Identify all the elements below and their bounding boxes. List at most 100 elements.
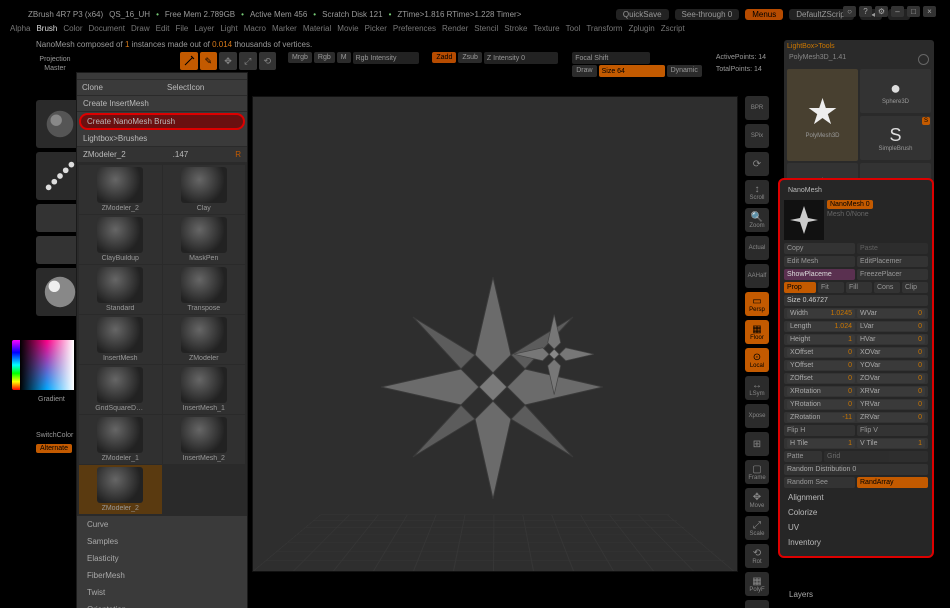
section-colorize[interactable]: Colorize bbox=[784, 505, 928, 520]
menu-macro[interactable]: Macro bbox=[244, 24, 266, 36]
right-icon-persp[interactable]: ▭Persp bbox=[745, 292, 769, 316]
tool-cell[interactable]: ●Sphere3D bbox=[860, 69, 931, 113]
mode-cons[interactable]: Cons bbox=[874, 282, 900, 293]
lightbox-brushes-button[interactable]: Lightbox>Brushes bbox=[77, 131, 247, 147]
right-icon-move[interactable]: ✥Move bbox=[745, 488, 769, 512]
right-icon-aahalf[interactable]: AAHalf bbox=[745, 264, 769, 288]
slider-length[interactable]: Length1.024LVar0 bbox=[784, 321, 928, 332]
z-intensity-slider[interactable]: Z Intensity 0 bbox=[484, 52, 559, 64]
menu-tool[interactable]: Tool bbox=[566, 24, 581, 36]
mode-fill[interactable]: Fill bbox=[846, 282, 872, 293]
layers-section[interactable]: Layers bbox=[786, 587, 932, 602]
clone-button[interactable]: Clone bbox=[77, 80, 162, 95]
brush-cell[interactable]: InsertMesh_1 bbox=[163, 365, 246, 414]
minimize-icon[interactable]: – bbox=[891, 6, 904, 17]
brush-submenu-item[interactable]: Twist bbox=[77, 584, 247, 601]
menu-material[interactable]: Material bbox=[303, 24, 331, 36]
right-icon-xpose[interactable]: Xpose bbox=[745, 404, 769, 428]
scale-button[interactable]: ⤢ bbox=[239, 52, 257, 70]
dynamic-button[interactable]: Dynamic bbox=[667, 65, 702, 77]
edit-mesh-button[interactable]: Edit Mesh bbox=[784, 256, 855, 267]
quicksave-button[interactable]: QuickSave bbox=[616, 9, 669, 20]
nanomesh-index-tag[interactable]: NanoMesh 0 bbox=[827, 200, 873, 209]
slider-yoffset[interactable]: YOffset0YOVar0 bbox=[784, 360, 928, 371]
menu-brush[interactable]: Brush bbox=[36, 24, 57, 36]
menu-transform[interactable]: Transform bbox=[586, 24, 622, 36]
right-icon-lsym[interactable]: ↔LSym bbox=[745, 376, 769, 400]
viewport[interactable] bbox=[252, 96, 738, 572]
gradient-label[interactable]: Gradient bbox=[38, 396, 65, 403]
select-icon-button[interactable]: SelectIcon bbox=[162, 80, 247, 95]
menu-stroke[interactable]: Stroke bbox=[504, 24, 527, 36]
brush-cell[interactable]: ZModeler bbox=[163, 315, 246, 364]
maximize-icon[interactable]: □ bbox=[907, 6, 920, 17]
edit-placement-button[interactable]: EditPlacemer bbox=[857, 256, 928, 267]
random-dist-slider[interactable]: Random Distribution 0 bbox=[784, 464, 928, 475]
brush-submenu-item[interactable]: Orientation bbox=[77, 601, 247, 608]
color-picker[interactable] bbox=[12, 340, 74, 390]
menu-layer[interactable]: Layer bbox=[194, 24, 214, 36]
rand-array-button[interactable]: RandArray bbox=[857, 477, 928, 488]
brush-submenu-item[interactable]: FiberMesh bbox=[77, 567, 247, 584]
rgb-button[interactable]: Rgb bbox=[314, 52, 335, 63]
show-placement-button[interactable]: ShowPlaceme bbox=[784, 269, 855, 280]
brush-cell[interactable]: GridSquareDots bbox=[79, 365, 162, 414]
draw-button[interactable]: ✎ bbox=[200, 52, 218, 70]
menus-button[interactable]: Menus bbox=[745, 9, 783, 20]
menu-zscript[interactable]: Zscript bbox=[661, 24, 685, 36]
slider-zoffset[interactable]: ZOffset0ZOVar0 bbox=[784, 373, 928, 384]
paste-button[interactable]: Paste bbox=[857, 243, 928, 254]
slider-yrotation[interactable]: YRotation0YRVar0 bbox=[784, 399, 928, 410]
zsub-button[interactable]: Zsub bbox=[458, 52, 482, 63]
menu-texture[interactable]: Texture bbox=[533, 24, 559, 36]
create-nanomesh-brush-button[interactable]: Create NanoMesh Brush bbox=[79, 113, 245, 130]
m-button[interactable]: M bbox=[337, 52, 351, 63]
menu-movie[interactable]: Movie bbox=[337, 24, 358, 36]
slider-zrotation[interactable]: ZRotation-11ZRVar0 bbox=[784, 412, 928, 423]
alternate-button[interactable]: Alternate bbox=[36, 444, 72, 453]
brush-cell[interactable]: Clay bbox=[163, 165, 246, 214]
brush-cell[interactable]: Standard bbox=[79, 265, 162, 314]
right-icon-local[interactable]: ⊙Local bbox=[745, 348, 769, 372]
focal-shift-slider[interactable]: Focal Shift bbox=[572, 52, 650, 64]
right-icon-⊞[interactable]: ⊞ bbox=[745, 432, 769, 456]
right-icon-actual[interactable]: Actual bbox=[745, 236, 769, 260]
menu-document[interactable]: Document bbox=[89, 24, 125, 36]
menu-picker[interactable]: Picker bbox=[365, 24, 387, 36]
brush-cell[interactable]: ZModeler_2 bbox=[79, 165, 162, 214]
slider-xrotation[interactable]: XRotation0XRVar0 bbox=[784, 386, 928, 397]
menu-render[interactable]: Render bbox=[442, 24, 468, 36]
right-icon-zoom[interactable]: 🔍Zoom bbox=[745, 208, 769, 232]
flip-v-button[interactable]: Flip V bbox=[857, 425, 928, 436]
seethrough-slider[interactable]: See-through 0 bbox=[675, 9, 740, 20]
brush-cell[interactable]: ClayBuildup bbox=[79, 215, 162, 264]
right-icon-scroll[interactable]: ↕Scroll bbox=[745, 180, 769, 204]
move-button[interactable]: ✥ bbox=[219, 52, 237, 70]
projection-master-button[interactable]: Projection Master bbox=[36, 55, 74, 73]
menu-file[interactable]: File bbox=[175, 24, 188, 36]
menu-edit[interactable]: Edit bbox=[156, 24, 170, 36]
section-uv[interactable]: UV bbox=[784, 520, 928, 535]
brush-cell[interactable]: MaskPen bbox=[163, 215, 246, 264]
config-icon[interactable]: ⚙ bbox=[875, 6, 888, 17]
tool-cell[interactable]: SSSimpleBrush bbox=[860, 116, 931, 160]
menu-light[interactable]: Light bbox=[220, 24, 237, 36]
freeze-placement-button[interactable]: FreezePlacer bbox=[857, 269, 928, 280]
create-insertmesh-button[interactable]: Create InsertMesh bbox=[77, 96, 247, 112]
rotate-button[interactable]: ⟲ bbox=[259, 52, 277, 70]
brush-cell[interactable]: ZModeler_2 bbox=[79, 465, 162, 514]
right-icon-polyf[interactable]: ▦PolyF bbox=[745, 572, 769, 596]
menu-draw[interactable]: Draw bbox=[131, 24, 150, 36]
lightbox-tools-button[interactable]: LightBox>Tools bbox=[787, 43, 931, 50]
menu-alpha[interactable]: Alpha bbox=[10, 24, 30, 36]
brush-cell[interactable]: InsertMesh_2 bbox=[163, 415, 246, 464]
right-icon-frame[interactable]: ▢Frame bbox=[745, 460, 769, 484]
zadd-button[interactable]: Zadd bbox=[432, 52, 456, 63]
brush-cell[interactable]: ZModeler_1 bbox=[79, 415, 162, 464]
menu-zplugin[interactable]: Zplugin bbox=[628, 24, 654, 36]
slider-height[interactable]: Height1HVar0 bbox=[784, 334, 928, 345]
right-icon-transp[interactable]: Transp bbox=[745, 600, 769, 608]
load-brush-button[interactable] bbox=[77, 73, 87, 79]
tool-cell[interactable]: ★PolyMesh3D bbox=[787, 69, 858, 161]
copy-button[interactable]: Copy bbox=[784, 243, 855, 254]
